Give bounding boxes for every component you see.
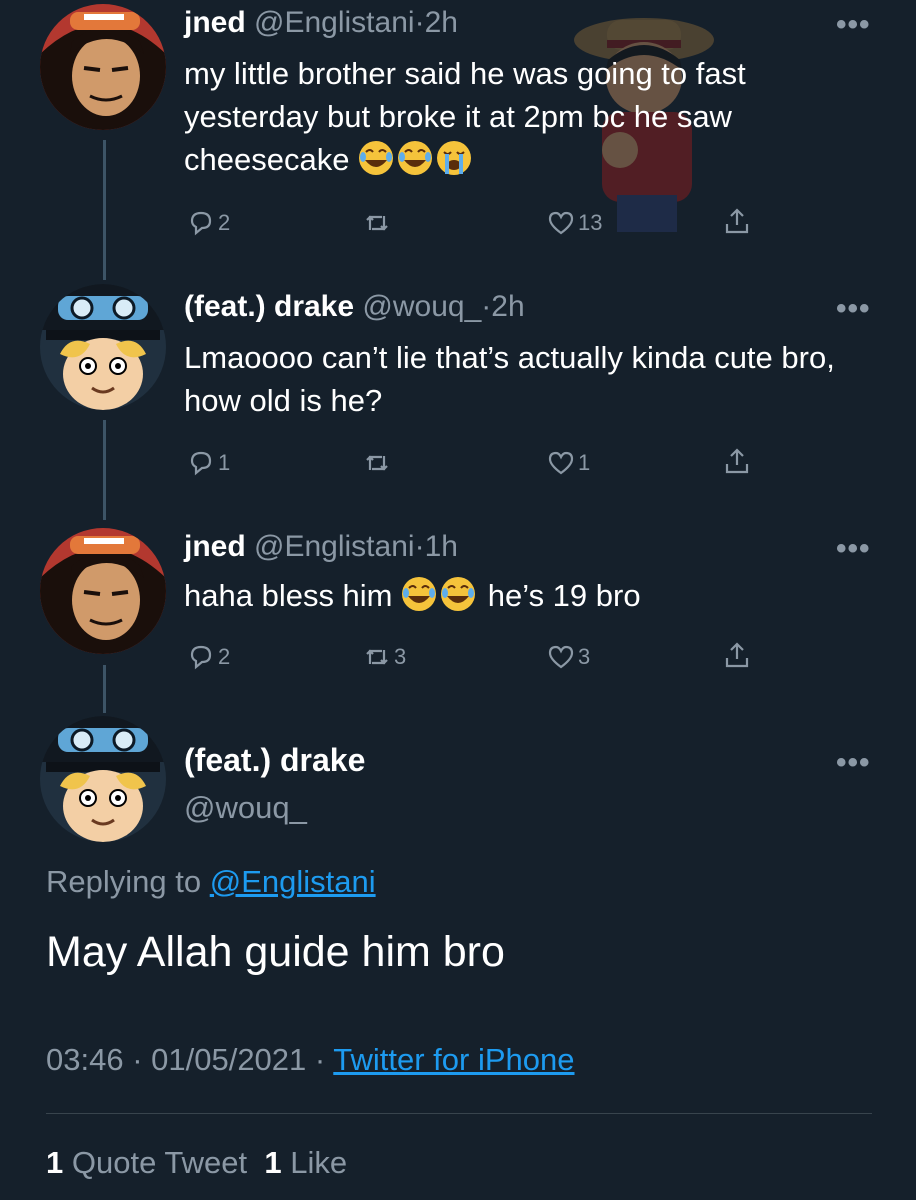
tweet-3-reply-button[interactable]: 2 bbox=[186, 642, 230, 672]
tweet-3-like-count: 3 bbox=[578, 644, 591, 669]
tweet-1-reply-button[interactable]: 2 bbox=[186, 208, 230, 238]
tweet-3-retweet-button[interactable]: 3 bbox=[362, 642, 406, 672]
main-tweet-more-button[interactable]: ••• bbox=[836, 746, 871, 780]
tweet-2-retweet-button[interactable] bbox=[362, 448, 394, 478]
tweet-2-reply-count: 1 bbox=[218, 450, 231, 475]
tweet-2-share-button[interactable] bbox=[722, 446, 752, 476]
tweet-2-header: (feat.) drake @wouq_·2h bbox=[184, 290, 525, 324]
tweet-3-share-button[interactable] bbox=[722, 640, 752, 670]
joy-emoji-icon bbox=[359, 141, 394, 175]
tweet-3-author-name[interactable]: jned bbox=[184, 530, 246, 563]
reply-icon bbox=[190, 451, 212, 476]
share-icon bbox=[725, 208, 749, 234]
tweet-3-reply-count: 2 bbox=[218, 644, 231, 669]
main-tweet-meta: 03:46 · 01/05/2021 · Twitter for iPhone bbox=[46, 1042, 575, 1078]
reply-icon bbox=[190, 645, 212, 670]
tweet-1-header: jned @Englistani·2h bbox=[184, 6, 458, 40]
quote-tweet-label: Quote Tweet bbox=[71, 1145, 248, 1180]
tweet-1-like-count: 13 bbox=[578, 210, 603, 235]
tweet-2-time[interactable]: 2h bbox=[491, 290, 524, 323]
tweet-1-author-handle[interactable]: @Englistani bbox=[254, 6, 415, 39]
divider bbox=[46, 1113, 872, 1114]
tweet-2-author-handle[interactable]: @wouq_ bbox=[362, 290, 481, 323]
tweet-1-reply-count: 2 bbox=[218, 210, 231, 235]
tweet-1-text: my little brother said he was going to f… bbox=[184, 52, 864, 181]
avatar-jned[interactable] bbox=[40, 4, 166, 130]
tweet-2-author-name[interactable]: (feat.) drake bbox=[184, 290, 354, 323]
quote-tweets-stat[interactable]: 1 Quote Tweet bbox=[46, 1145, 247, 1180]
avatar-jned[interactable] bbox=[40, 528, 166, 654]
tweet-2-like-count: 1 bbox=[578, 450, 591, 475]
tweet-3-author-handle[interactable]: @Englistani bbox=[254, 530, 415, 563]
tweet-1-author-name[interactable]: jned bbox=[184, 6, 246, 39]
tweet-3-more-button[interactable]: ••• bbox=[836, 532, 871, 566]
heart-icon bbox=[548, 645, 574, 669]
main-tweet-text: May Allah guide him bro bbox=[46, 928, 505, 976]
tweet-1-share-button[interactable] bbox=[722, 206, 752, 236]
retweet-icon bbox=[366, 215, 388, 231]
separator-dot: · bbox=[414, 530, 425, 563]
retweet-icon bbox=[366, 649, 388, 665]
main-tweet-source-link[interactable]: Twitter for iPhone bbox=[333, 1042, 574, 1077]
retweet-icon bbox=[366, 455, 388, 471]
heart-icon bbox=[548, 211, 574, 235]
like-label: Like bbox=[290, 1145, 348, 1180]
tweet-3-time[interactable]: 1h bbox=[425, 530, 458, 563]
sob-emoji-icon bbox=[437, 141, 472, 175]
heart-icon bbox=[548, 451, 574, 475]
tweet-1-time[interactable]: 2h bbox=[425, 6, 458, 39]
tweet-3-text: haha bless him he’s 19 bro bbox=[184, 574, 864, 617]
separator-dot: · bbox=[414, 6, 425, 39]
main-tweet-timestamp: 03:46 · 01/05/2021 · bbox=[46, 1042, 326, 1077]
avatar-feat-drake[interactable] bbox=[40, 716, 166, 842]
replying-to-line: Replying to @Englistani bbox=[46, 864, 376, 900]
tweet-3-text-before: haha bless him bbox=[184, 578, 393, 613]
tweet-2-text: Lmaoooo can’t lie that’s actually kinda … bbox=[184, 340, 835, 418]
main-tweet-author-name[interactable]: (feat.) drake bbox=[184, 742, 365, 779]
likes-stat[interactable]: 1 Like bbox=[264, 1145, 347, 1180]
share-icon bbox=[725, 642, 749, 668]
quote-tweet-count: 1 bbox=[46, 1145, 64, 1180]
separator-dot: · bbox=[481, 290, 492, 323]
tweet-2-more-button[interactable]: ••• bbox=[836, 292, 871, 326]
joy-emoji-icon bbox=[402, 577, 437, 611]
joy-emoji-icon bbox=[398, 141, 433, 175]
tweet-2-reply-button[interactable]: 1 bbox=[186, 448, 230, 478]
replying-to-link[interactable]: @Englistani bbox=[210, 864, 376, 899]
thread-line-1 bbox=[103, 140, 106, 280]
tweet-2-like-button[interactable]: 1 bbox=[546, 448, 590, 478]
thread-line-3 bbox=[103, 665, 106, 713]
like-count: 1 bbox=[264, 1145, 282, 1180]
tweet-3-like-button[interactable]: 3 bbox=[546, 642, 590, 672]
tweet-3-text-after: he’s 19 bro bbox=[487, 578, 641, 613]
avatar-feat-drake[interactable] bbox=[40, 284, 166, 410]
tweet-1-like-button[interactable]: 13 bbox=[546, 208, 602, 238]
thread-line-2 bbox=[103, 420, 106, 520]
main-tweet-stats: 1 Quote Tweet 1 Like bbox=[46, 1145, 347, 1181]
tweet-3-retweet-count: 3 bbox=[394, 644, 407, 669]
joy-emoji-icon bbox=[441, 577, 476, 611]
tweet-1-more-button[interactable]: ••• bbox=[836, 8, 871, 42]
reply-icon bbox=[190, 211, 212, 236]
tweet-3-header: jned @Englistani·1h bbox=[184, 530, 458, 564]
replying-to-prefix: Replying to bbox=[46, 864, 202, 899]
share-icon bbox=[725, 448, 749, 474]
main-tweet-author-handle[interactable]: @wouq_ bbox=[184, 790, 307, 826]
tweet-1-retweet-button[interactable] bbox=[362, 208, 394, 238]
